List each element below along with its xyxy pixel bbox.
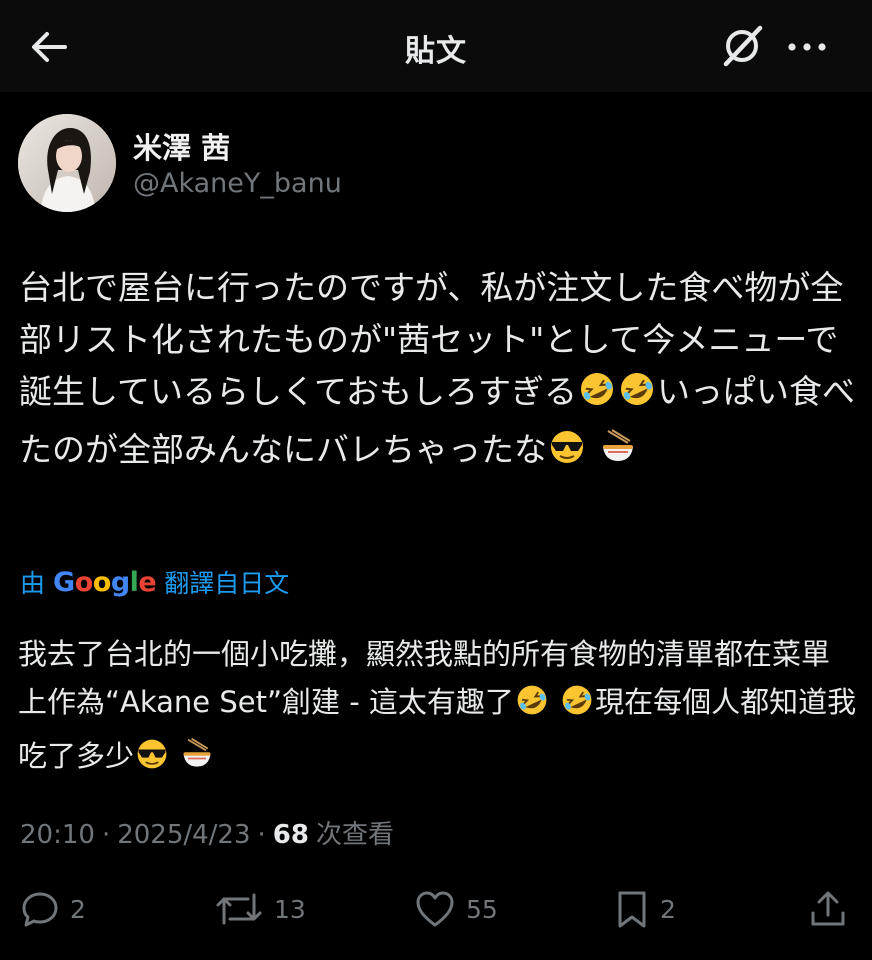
avatar[interactable] <box>18 114 116 212</box>
translation-source-language: 翻譯自日文 <box>164 569 290 598</box>
noodle-bowl-emoji-icon <box>598 427 638 482</box>
tweet-meta: 20:10 · 2025/4/23 · 68 次查看 <box>20 814 394 851</box>
tweet-text: 台北で屋台に行ったのですが、私が注文した食べ物が全部リスト化されたものが"茜セッ… <box>19 262 859 482</box>
repost-button[interactable]: 13 <box>214 882 306 936</box>
sunglasses-emoji-icon <box>547 427 587 482</box>
share-button[interactable] <box>808 882 848 936</box>
translation-prefix: 由 <box>20 569 46 598</box>
bookmark-count: 2 <box>660 894 676 924</box>
author-handle[interactable]: @AkaneY_banu <box>133 168 342 199</box>
view-count[interactable]: 68 <box>273 820 309 850</box>
more-button[interactable] <box>782 24 832 70</box>
grok-button[interactable] <box>716 20 768 72</box>
bookmark-icon <box>618 891 646 928</box>
tweet-date: 2025/4/23 <box>117 820 251 850</box>
reply-button[interactable]: 2 <box>20 882 86 936</box>
translated-text: 我去了台北的一個小吃攤，顯然我點的所有食物的清單都在菜單上作為“Akane Se… <box>18 630 858 786</box>
like-button[interactable]: 55 <box>414 882 498 936</box>
share-icon <box>811 891 845 926</box>
more-horizontal-icon <box>788 43 826 51</box>
top-bar: 貼文 <box>0 0 872 92</box>
like-count: 55 <box>466 894 498 924</box>
rofl-emoji-icon <box>514 682 550 732</box>
sunglasses-emoji-icon <box>134 736 170 786</box>
rofl-emoji-icon <box>617 369 657 424</box>
author-display-name[interactable]: 米澤 茜 <box>133 125 230 167</box>
reply-icon <box>22 892 58 927</box>
meta-separator: · <box>257 820 266 850</box>
meta-separator: · <box>101 820 111 850</box>
reply-count: 2 <box>70 894 86 924</box>
translation-attribution[interactable]: 由 Google 翻譯自日文 <box>20 562 289 602</box>
rofl-emoji-icon <box>559 682 595 732</box>
repost-count: 13 <box>274 894 306 924</box>
tweet-time: 20:10 <box>20 820 95 850</box>
repost-icon <box>216 893 262 925</box>
noodle-bowl-emoji-icon <box>179 736 215 786</box>
bookmark-button[interactable]: 2 <box>614 882 676 936</box>
action-bar: 2 13 55 2 <box>0 882 872 936</box>
grok-icon <box>723 25 763 67</box>
rofl-emoji-icon <box>577 369 617 424</box>
view-count-label: 次查看 <box>315 820 394 850</box>
google-logo: Google <box>53 566 157 598</box>
heart-icon <box>416 891 454 927</box>
